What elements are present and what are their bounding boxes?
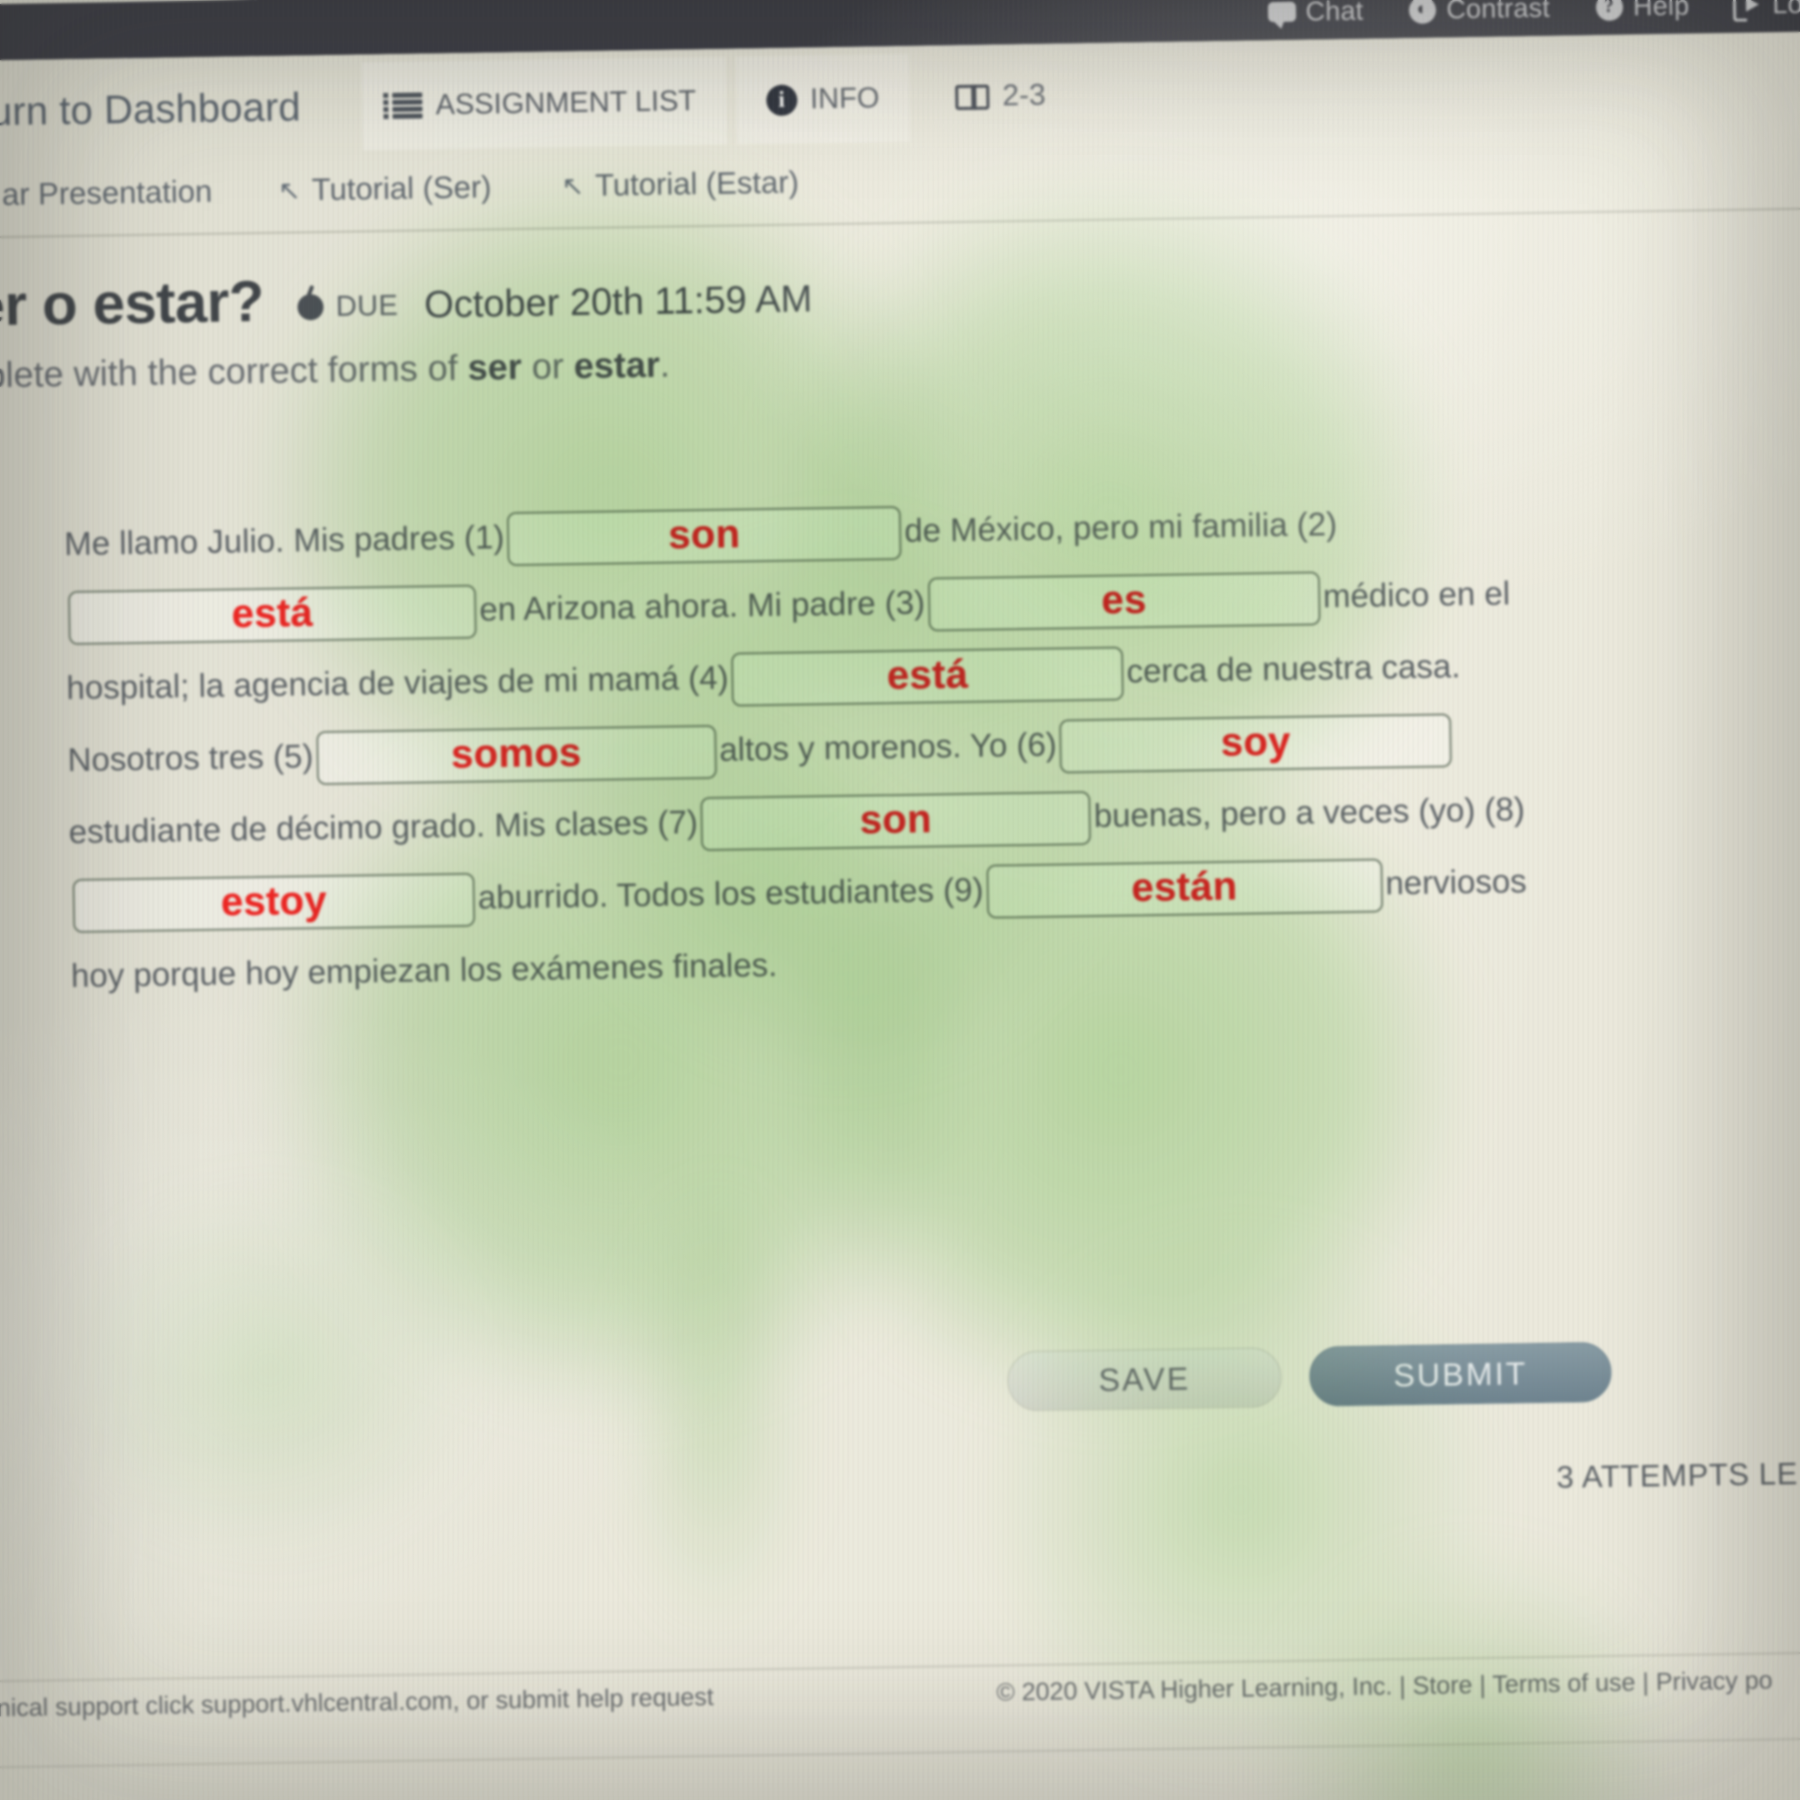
text-segment: altos y morenos. Yo (6) — [718, 725, 1058, 768]
exercise-paragraph: Me llamo Julio. Mis padres (1) son de Méxi… — [64, 485, 1542, 1012]
toolbar-help-label: Help — [1632, 0, 1690, 21]
text-segment: estudiante de décimo grado. Mis clases (… — [68, 803, 699, 851]
answer-input-1[interactable]: son — [506, 506, 902, 567]
link-tutorial-ser-label: Tutorial (Ser) — [311, 169, 492, 208]
text-segment: Me llamo Julio. Mis padres (1) — [63, 518, 505, 563]
answer-input-8[interactable]: estoy — [72, 872, 476, 934]
answer-value-2: está — [231, 591, 314, 637]
page-title: Ser o estar? — [0, 268, 265, 340]
tab-textbook-pages-label: 2-3 — [1002, 78, 1046, 113]
browser-page: Chat ◐ Contrast ? Help Log Return to Das… — [0, 0, 1800, 1800]
photo-of-screen: Chat ◐ Contrast ? Help Log Return to Das… — [0, 0, 1800, 1800]
question-circle-icon: ? — [1594, 0, 1624, 22]
save-button[interactable]: SAVE — [1007, 1347, 1282, 1412]
answer-input-3[interactable]: es — [927, 571, 1321, 632]
toolbar-contrast-label: Contrast — [1446, 0, 1551, 24]
due-date: October 20th 11:59 AM — [423, 277, 813, 326]
answer-value-4: está — [886, 652, 969, 699]
tab-assignment-list-label: ASSIGNMENT LIST — [435, 84, 697, 121]
instructions: omplete with the correct forms of ser or… — [0, 344, 670, 398]
answer-input-5[interactable]: somos — [315, 725, 717, 786]
answer-value-3: es — [1101, 578, 1147, 623]
external-link-arrow-icon: ↖ — [277, 174, 302, 206]
text-segment: buenas, pero a veces (yo) (8) — [1093, 790, 1526, 834]
due-badge: DUE October 20th 11:59 AM — [297, 278, 812, 329]
text-segment: en Arizona ahora. Mi padre (3) — [479, 583, 926, 628]
answer-input-2[interactable]: está — [67, 584, 477, 646]
toolbar-logout-button[interactable]: Log — [1733, 0, 1800, 20]
text-segment: médico en el — [1322, 574, 1511, 615]
text-segment: nerviosos — [1385, 862, 1527, 902]
answer-value-8: estoy — [220, 878, 328, 925]
instructions-pre: omplete with the correct forms of — [0, 346, 459, 397]
text-segment: hoy porque hoy empiezan los exámenes fin… — [70, 945, 778, 995]
toolbar-logout-label: Log — [1772, 0, 1800, 19]
footer-support-text[interactable]: echnical support click support.vhlcentra… — [0, 1683, 714, 1724]
footer-legal-text[interactable]: © 2020 VISTA Higher Learning, Inc. | Sto… — [996, 1666, 1773, 1707]
toolbar-contrast-button[interactable]: ◐ Contrast — [1407, 0, 1550, 25]
link-grammar-presentation-label: rammar Presentation — [0, 173, 213, 214]
activity-header: Ser o estar? DUE October 20th 11:59 AM — [0, 259, 813, 340]
link-tutorial-estar[interactable]: ↖ Tutorial (Estar) — [561, 165, 799, 205]
clock-icon — [297, 294, 325, 321]
instructions-estar: estar — [573, 343, 661, 387]
text-segment: hospital; la agencia de viajes de mi mam… — [66, 658, 729, 707]
text-segment: aburrido. Todos los estudiantes (9) — [477, 870, 984, 916]
list-icon — [392, 92, 423, 119]
answer-input-4[interactable]: está — [731, 646, 1124, 707]
answer-value-7: son — [859, 797, 933, 843]
instructions-ser: ser — [467, 345, 523, 388]
link-tutorial-ser[interactable]: ↖ Tutorial (Ser) — [278, 169, 492, 208]
link-grammar-presentation[interactable]: rammar Presentation — [0, 174, 212, 215]
answer-value-9: están — [1131, 864, 1238, 911]
link-tutorial-estar-label: Tutorial (Estar) — [594, 164, 800, 203]
answer-value-6: soy — [1220, 719, 1291, 765]
page-footer: echnical support click support.vhlcentra… — [0, 1665, 1800, 1755]
instructions-mid: or — [521, 345, 575, 387]
toolbar-chat-label: Chat — [1305, 0, 1364, 27]
toolbar-help-button[interactable]: ? Help — [1594, 0, 1690, 23]
text-segment: de México, pero mi familia (2) — [903, 505, 1338, 549]
tab-textbook-pages[interactable]: 2-3 — [925, 51, 1077, 141]
toolbar-chat-button[interactable]: Chat — [1266, 0, 1364, 28]
text-segment: cerca de nuestra casa. — [1126, 647, 1461, 690]
action-buttons: SAVE SUBMIT — [1007, 1341, 1612, 1412]
answer-value-5: somos — [450, 730, 582, 777]
contrast-icon: ◐ — [1407, 0, 1437, 25]
submit-button[interactable]: SUBMIT — [1308, 1341, 1612, 1407]
answer-input-9[interactable]: están — [986, 858, 1383, 919]
tab-info[interactable]: i INFO — [735, 53, 911, 145]
answer-input-7[interactable]: son — [700, 791, 1092, 852]
info-circle-icon: i — [765, 84, 798, 116]
instructions-post: . — [659, 343, 671, 385]
tab-assignment-list[interactable]: ASSIGNMENT LIST — [361, 56, 727, 151]
answer-input-6[interactable]: soy — [1059, 713, 1453, 774]
logout-icon — [1733, 0, 1763, 20]
return-to-dashboard-link[interactable]: Return to Dashboard — [0, 85, 301, 136]
external-link-arrow-icon: ↖ — [561, 170, 585, 201]
chat-bubble-icon — [1266, 0, 1296, 27]
tab-info-label: INFO — [809, 81, 880, 115]
due-label: DUE — [335, 289, 399, 323]
answer-value-1: son — [667, 512, 741, 558]
text-segment: Nosotros tres (5) — [67, 737, 314, 779]
attempts-left-label: 3 ATTEMPTS LEFT — [1556, 1455, 1800, 1495]
open-book-icon — [955, 84, 990, 110]
